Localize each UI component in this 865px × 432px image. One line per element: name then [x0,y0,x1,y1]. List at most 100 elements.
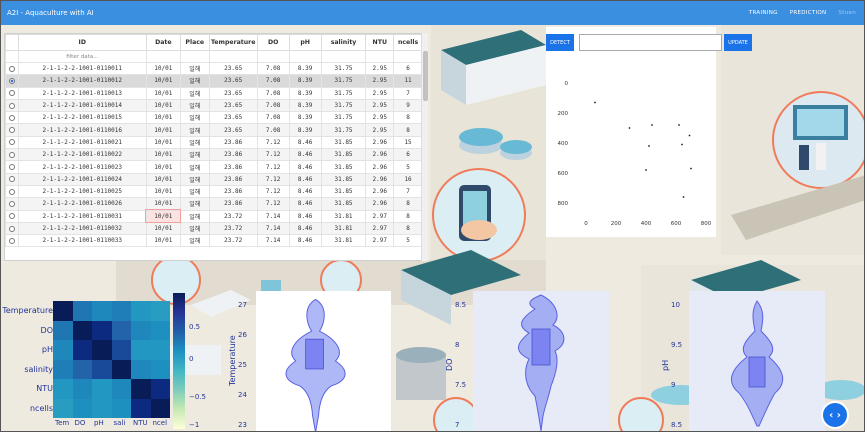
table-cell-temperature: 23.72 [208,221,258,236]
data-table: ID Date Place Temperature DO pH salinity… [5,34,423,248]
table-cell-ncells: 6 [393,61,423,76]
header-radio [5,34,19,51]
table-row[interactable]: 2-1-1-2-2-1001-0110021 10/01 일해 23.86 7.12 8.… [5,135,423,150]
violin-y-tick: 8.5 [671,421,683,429]
row-select-radio[interactable] [8,139,15,146]
row-select-radio[interactable] [8,65,15,72]
table-cell-id: 2-1-1-2-2-1001-0110015 [17,111,147,125]
nav-user-link[interactable]: Stuen [838,10,856,16]
header-id[interactable]: ID [17,34,147,51]
header-ph[interactable]: pH [288,34,322,51]
table-cell-salinity: 31.75 [320,86,367,100]
header-date[interactable]: Date [145,34,181,51]
scatter-x-tick: 600 [671,221,682,227]
violin-panel [256,291,391,431]
violin-y-tick: 10 [671,301,680,309]
table-scrollbar[interactable] [421,33,428,261]
table-cell-date: 10/01 [145,135,181,150]
table-cell-do: 7.14 [256,221,290,236]
navigation-fab-button[interactable]: ‹ › [821,401,849,429]
table-row[interactable]: 2-1-1-2-2-1001-0110031 10/01 일해 23.72 7.14 8.… [5,209,423,224]
scatter-point [645,169,647,171]
header-place[interactable]: Place [179,34,210,51]
table-cell-temperature: 23.86 [208,148,258,162]
table-cell-ph: 8.39 [288,98,322,113]
heatmap-cell [150,398,170,418]
table-cell-ph: 8.46 [288,197,322,211]
table-cell-ntu: 2.95 [365,98,395,113]
table-row[interactable]: 2-1-1-2-2-1001-0110033 10/01 일해 23.72 7.14 8.… [5,234,423,248]
table-cell-id: 2-1-1-2-2-1001-0110031 [17,209,147,223]
table-cell-place: 일해 [179,209,210,223]
table-row[interactable]: 2-1-1-2-2-1001-0110016 10/01 일해 23.65 7.08 8.… [5,123,423,137]
violin-box [531,328,551,366]
table-cell-temperature: 23.86 [208,197,258,211]
table-cell-do: 7.12 [256,197,290,211]
scatter-y-tick: 0 [565,81,569,87]
table-cell-place: 일해 [179,61,210,76]
table-row[interactable]: 2-1-1-2-2-1001-0110022 10/01 일해 23.86 7.12 8.… [5,148,423,162]
table-row[interactable]: 2-1-1-2-2-1001-0110015 10/01 일해 23.65 7.08 8.… [5,111,423,125]
table-cell-ph: 8.46 [288,221,322,236]
table-cell-ntu: 2.96 [365,160,395,174]
table-cell-temperature: 23.65 [208,98,258,113]
row-select-radio[interactable] [8,114,15,121]
table-cell-salinity: 31.85 [320,172,367,186]
detect-button[interactable]: DETECT [546,34,574,51]
table-cell-place: 일해 [179,160,210,174]
row-select-radio[interactable] [8,188,15,195]
table-cell-ncells: 16 [393,172,423,186]
row-select-radio[interactable] [8,164,15,171]
heatmap-cell [150,340,170,360]
table-row[interactable]: 2-1-1-2-2-1001-0110023 10/01 일해 23.86 7.12 8.… [5,160,423,174]
table-body: filter data... 2-1-1-2-2-1001-0110011 10/… [5,50,423,248]
table-cell-ph: 8.39 [288,74,322,88]
row-select-radio[interactable] [8,200,15,207]
row-select-radio[interactable] [8,225,15,232]
table-row[interactable]: 2-1-1-2-2-1001-0110013 10/01 일해 23.65 7.08 8.… [5,86,423,100]
nav-prediction-link[interactable]: PREDICTION [790,10,827,16]
nav-links: TRAINING PREDICTION Stuen [749,1,856,25]
table-cell-place: 일해 [179,86,210,100]
table-cell-do: 7.14 [256,234,290,248]
row-select-radio[interactable] [8,237,15,244]
violin-box [748,356,766,388]
heatmap-cell [72,359,92,379]
table-cell-temperature: 23.86 [208,135,258,150]
table-cell-ntu: 2.95 [365,61,395,76]
heatmap-cell [53,398,73,418]
table-row[interactable]: 2-1-1-2-2-1001-0110032 10/01 일해 23.72 7.14 8.… [5,221,423,236]
row-select-radio[interactable] [8,176,15,183]
row-select-radio[interactable] [8,151,15,158]
table-row[interactable]: 2-1-1-2-2-1001-0110024 10/01 일해 23.86 7.12 8.… [5,172,423,186]
nav-training-link[interactable]: TRAINING [749,10,778,16]
table-cell-place: 일해 [179,135,210,150]
header-ncells[interactable]: ncells [393,34,423,51]
header-salinity[interactable]: salinity [320,34,367,51]
row-select-radio[interactable] [8,90,15,97]
table-row[interactable]: 2-1-1-2-2-1001-0110026 10/01 일해 23.86 7.12 8.… [5,197,423,211]
header-do[interactable]: DO [256,34,290,51]
violin-y-tick: 26 [238,331,247,339]
table-scroll-thumb[interactable] [423,51,428,101]
table-cell-id: 2-1-1-2-2-1001-0110016 [17,123,147,137]
update-button[interactable]: UPDATE [724,34,752,51]
row-select-radio[interactable] [8,127,15,134]
table-cell-do: 7.08 [256,123,290,137]
header-temperature[interactable]: Temperature [208,34,258,51]
row-select-radio[interactable] [8,77,15,84]
table-row[interactable]: 2-1-1-2-2-1001-0110025 10/01 일해 23.86 7.12 8.… [5,184,423,199]
scatter-point [690,167,692,170]
table-row[interactable]: 2-1-1-2-2-1001-0110012 10/01 일해 23.65 7.08 8.… [5,74,423,88]
detect-input[interactable] [579,34,722,51]
scatter-y-tick: 200 [558,111,569,117]
heatmap-cell [131,340,151,360]
table-cell-ncells: 5 [393,160,423,174]
table-row[interactable]: 2-1-1-2-2-1001-0110014 10/01 일해 23.65 7.08 8.… [5,98,423,113]
header-ntu[interactable]: NTU [365,34,395,51]
row-select-radio[interactable] [8,102,15,109]
filter-id-input[interactable]: filter data... [17,50,147,63]
table-row[interactable]: 2-1-1-2-2-1001-0110011 10/01 일해 23.65 7.08 8.… [5,61,423,76]
row-select-radio[interactable] [8,213,15,220]
app-title[interactable]: A2I - Aquaculture with AI [7,9,94,17]
